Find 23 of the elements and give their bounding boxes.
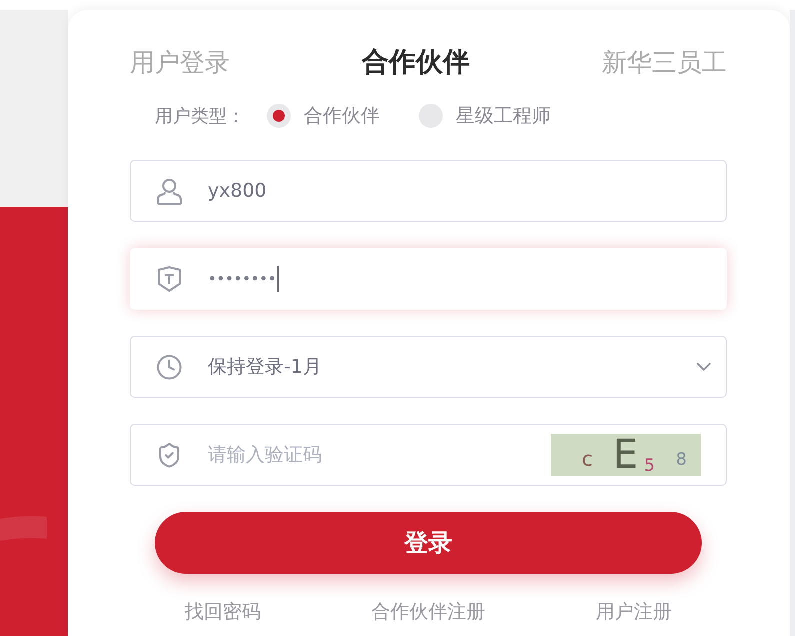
captcha-image[interactable]: c E 5 8 xyxy=(551,434,701,476)
login-button[interactable]: 登录 xyxy=(155,512,702,574)
password-field[interactable]: •••••••• xyxy=(130,248,727,310)
captcha-character: c xyxy=(582,449,593,469)
footer-link[interactable]: 用户注册 xyxy=(596,600,672,624)
radio-label[interactable]: 合作伙伴 xyxy=(304,103,380,129)
radio-label[interactable]: 星级工程师 xyxy=(456,103,551,129)
clock-icon xyxy=(156,354,183,380)
username-field[interactable]: yx800 xyxy=(130,160,727,222)
captcha-character: 5 xyxy=(644,458,656,475)
captcha-character: E xyxy=(613,435,638,475)
user-type-label: 用户类型： xyxy=(155,105,245,128)
login-duration-select[interactable]: 保持登录-1月 xyxy=(130,336,727,398)
login-tab[interactable]: 用户登录 xyxy=(130,46,230,80)
footer-link[interactable]: 找回密码 xyxy=(185,600,262,624)
login-tab[interactable]: 新华三员工 xyxy=(602,46,727,80)
user-icon xyxy=(156,178,183,204)
captcha-character: 8 xyxy=(676,452,687,469)
radio-button[interactable] xyxy=(267,104,291,128)
footer-link[interactable]: 合作伙伴注册 xyxy=(371,600,486,624)
login-tab[interactable]: 合作伙伴 xyxy=(362,46,470,80)
captcha-input-field[interactable]: 请输入验证码 c E 5 8 xyxy=(130,424,727,486)
shield-icon xyxy=(156,266,183,292)
